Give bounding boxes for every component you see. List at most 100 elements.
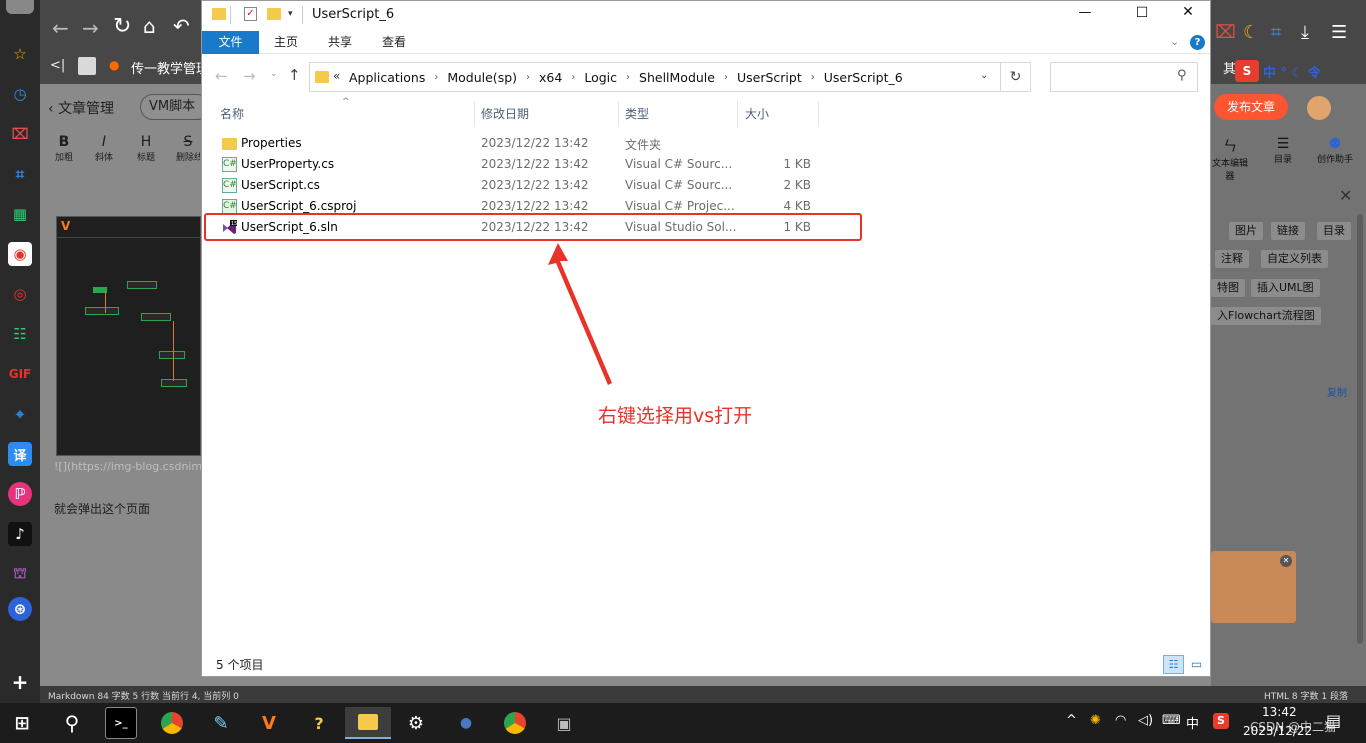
crumb-userscript6[interactable]: UserScript_6 (824, 70, 903, 85)
add-icon[interactable]: + (8, 670, 32, 694)
user-avatar[interactable] (6, 0, 34, 14)
cat-app-icon[interactable]: ● (450, 707, 482, 739)
chip-custom-list[interactable]: 自定义列表 (1261, 250, 1328, 268)
crop-tool-icon[interactable]: ⌗ (8, 162, 32, 186)
crumb-separator-icon[interactable]: › (724, 72, 728, 83)
file-row-properties[interactable]: Properties 2023/12/22 13:42 文件夹 (214, 133, 1014, 154)
notes-icon[interactable]: ☷ (8, 322, 32, 346)
scrollbar[interactable] (1357, 214, 1363, 644)
ime-toolbar[interactable]: 中 ° ☾ 令 (1263, 62, 1321, 81)
download-icon[interactable]: ⤓ (1301, 22, 1309, 43)
home-icon[interactable]: ⌂ (143, 14, 156, 38)
toc-button[interactable]: ☰ 目录 (1271, 136, 1295, 165)
moon-icon[interactable]: ☾ (1243, 22, 1259, 43)
close-button[interactable]: ✕ (1173, 4, 1203, 20)
close-ad-icon[interactable]: ✕ (1280, 555, 1292, 567)
crumb-separator-icon[interactable]: › (434, 72, 438, 83)
ribbon-expand-icon[interactable]: ⌄ (1170, 35, 1179, 48)
file-row-userproperty[interactable]: C# UserProperty.cs 2023/12/22 13:42 Visu… (214, 154, 1014, 175)
close-panel-icon[interactable]: ✕ (1339, 186, 1352, 205)
ime-indicator[interactable]: 中 (1186, 713, 1199, 732)
crop-icon[interactable]: ⌗ (1271, 22, 1281, 43)
help-doc-icon[interactable]: ? (303, 707, 335, 739)
column-header-size[interactable]: 大小 (745, 101, 815, 127)
qq-tray-icon[interactable]: ✺ (1090, 713, 1101, 728)
chip-note[interactable]: 注释 (1215, 250, 1249, 268)
terminal-icon[interactable]: >_ (105, 707, 137, 739)
publish-button[interactable]: 发布文章 (1214, 94, 1288, 120)
crumb-shellmodule[interactable]: ShellModule (639, 70, 715, 85)
chip-gantt[interactable]: 特图 (1211, 279, 1245, 297)
crumb-logic[interactable]: Logic (584, 70, 617, 85)
gif-icon[interactable]: GIF (8, 362, 32, 386)
bold-button[interactable]: B 加粗 (54, 134, 74, 163)
tab-view[interactable]: 查看 (367, 31, 421, 54)
app-store-icon[interactable]: ⊛ (8, 597, 32, 621)
chip-link[interactable]: 链接 (1271, 222, 1305, 240)
wifi-icon[interactable]: ◠ (1115, 713, 1126, 728)
assistant-button[interactable]: ⚉ 创作助手 (1313, 136, 1357, 165)
up-icon[interactable]: ↑ (288, 66, 301, 84)
heading-button[interactable]: H 标题 (134, 134, 158, 163)
undo-icon[interactable]: ↶ (173, 14, 190, 38)
column-header-name[interactable]: 名称 (220, 101, 470, 127)
screenshot-icon[interactable]: ⌖ (8, 402, 32, 426)
help-icon[interactable]: ? (1190, 35, 1205, 50)
tray-expand-icon[interactable]: ^ (1066, 713, 1077, 728)
record-icon[interactable]: ◎ (8, 282, 32, 306)
settings-icon[interactable]: ⚙ (400, 707, 432, 739)
tab-home[interactable]: 主页 (259, 31, 313, 54)
strikethrough-button[interactable]: S 删除线 (176, 134, 200, 163)
large-icons-view-icon[interactable]: ▭ (1186, 655, 1207, 674)
chrome-icon[interactable] (499, 707, 531, 739)
column-header-type[interactable]: 类型 (625, 101, 735, 127)
chip-image[interactable]: 图片 (1229, 222, 1263, 240)
tab-share[interactable]: 共享 (313, 31, 367, 54)
bug-icon[interactable]: ⛫ (8, 562, 32, 586)
forward-icon[interactable]: → (82, 16, 99, 40)
notepad-icon[interactable]: ✎ (205, 707, 237, 739)
quick-access-dropdown-icon[interactable]: ▾ (288, 9, 293, 19)
crumb-separator-icon[interactable]: › (626, 72, 630, 83)
address-bar[interactable]: « Applications › Module(sp) › x64 › Logic › Shel… (309, 62, 1001, 92)
article-tab[interactable]: VM脚本 (140, 94, 210, 120)
pdf-reader-icon[interactable]: ⌧ (8, 122, 32, 146)
image-viewer-icon[interactable]: ▣ (548, 707, 580, 739)
crumb-applications[interactable]: Applications (349, 70, 425, 85)
pdf-icon[interactable]: ⌧ (1215, 22, 1236, 43)
tab-file[interactable]: 文件 (202, 31, 259, 54)
new-folder-icon[interactable] (267, 8, 281, 20)
maximize-button[interactable]: ☐ (1127, 5, 1157, 21)
column-header-date[interactable]: 修改日期 (481, 101, 621, 127)
crumb-separator-icon[interactable]: › (526, 72, 530, 83)
ad-banner-image[interactable]: ✕ (1211, 551, 1296, 623)
translate-icon[interactable]: 译 (8, 442, 32, 466)
text-editor-button[interactable]: ㄣ 文本编辑器 (1211, 136, 1249, 182)
article-management-link[interactable]: ‹ 文章管理 (48, 96, 148, 122)
chrome-orange-icon[interactable] (156, 707, 188, 739)
crumb-x64[interactable]: x64 (539, 70, 562, 85)
crumb-module[interactable]: Module(sp) (447, 70, 517, 85)
properties-icon[interactable]: ✓ (244, 7, 257, 21)
weibo-icon[interactable]: ◉ (8, 242, 32, 266)
menu-icon[interactable]: ☰ (1331, 22, 1347, 43)
search-input[interactable]: ⚲ (1050, 62, 1198, 92)
nav-back-icon[interactable]: ← (215, 67, 228, 85)
crumb-separator-icon[interactable]: › (571, 72, 575, 83)
keyboard-icon[interactable]: ⌨ (1162, 713, 1181, 728)
star-icon[interactable]: ☆ (8, 42, 32, 66)
back-icon[interactable]: ← (52, 16, 69, 40)
recent-locations-icon[interactable]: ⌄ (270, 69, 278, 79)
sidebar-toggle-icon[interactable]: <| (50, 58, 65, 73)
chip-flowchart[interactable]: 入Flowchart流程图 (1211, 307, 1321, 325)
chip-toc[interactable]: 目录 (1317, 222, 1351, 240)
overflow-chevron[interactable]: « (333, 69, 340, 83)
windows-start-icon[interactable]: ⊞ (6, 707, 38, 739)
file-row-userscript[interactable]: C# UserScript.cs 2023/12/22 13:42 Visual… (214, 175, 1014, 196)
file-explorer-taskbar-icon[interactable] (345, 707, 391, 739)
notification-icon[interactable]: ▤ (1326, 711, 1341, 730)
refresh-button[interactable]: ↻ (1001, 62, 1031, 92)
search-taskbar-icon[interactable]: ⚲ (56, 707, 88, 739)
clock-icon[interactable]: ◷ (8, 82, 32, 106)
vision-master-icon[interactable]: V (253, 707, 285, 739)
